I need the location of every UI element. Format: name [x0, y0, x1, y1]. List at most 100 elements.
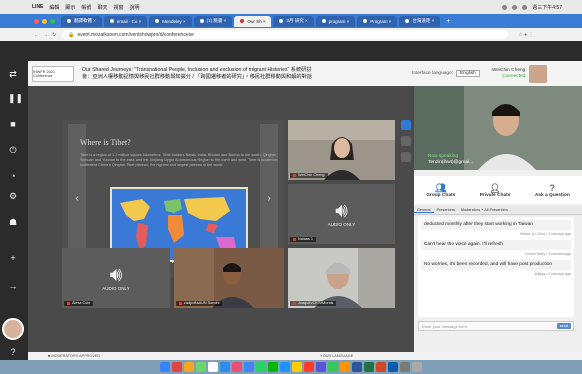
tab-label: email - Co × — [116, 18, 142, 24]
mac-menu-bar: LINE 編輯 顯示 帳號 聊天 視窗 說明 週三下午4:57 — [0, 0, 582, 14]
browser-tab[interactable]: Mendeley × — [149, 15, 192, 27]
app-icon[interactable] — [304, 362, 314, 372]
private-chats-button[interactable]: 👤︎ Private Chats — [480, 183, 511, 198]
wifi-icon[interactable] — [502, 4, 508, 10]
app-icon[interactable] — [328, 362, 338, 372]
language-select[interactable]: English — [456, 70, 480, 77]
app-icon[interactable] — [400, 362, 410, 372]
tab-presenters[interactable]: Presenters — [434, 208, 458, 212]
trash-icon[interactable] — [412, 362, 422, 372]
audio-only-tile[interactable]: 🔊︎ AUDIO ONLY Alexa Cole — [62, 248, 170, 308]
layout-control-blue[interactable] — [401, 120, 411, 130]
browser-tab[interactable]: Program × — [357, 15, 398, 27]
browser-tab[interactable]: (1) 臉書 × — [193, 15, 233, 27]
app-icon[interactable] — [184, 362, 194, 372]
arrow-right-icon[interactable]: → — [8, 281, 18, 291]
app-icon[interactable] — [340, 362, 350, 372]
help-icon[interactable]: ? — [8, 347, 18, 357]
power-icon[interactable]: ⏻ — [8, 145, 18, 155]
reload-icon[interactable]: ↻ — [52, 32, 56, 38]
menubar-item[interactable]: 顯示 — [65, 4, 75, 11]
menubar-app-name[interactable]: LINE — [32, 4, 43, 10]
send-button[interactable]: send — [556, 323, 571, 329]
browser-tab[interactable]: 3月 研究 × — [273, 15, 314, 27]
layout-control[interactable] — [401, 152, 411, 162]
app-icon[interactable] — [292, 362, 302, 372]
tab-moderators[interactable]: Moderators + All Presenters — [458, 208, 511, 212]
chat-log[interactable]: deducted monthly after they start workin… — [418, 217, 574, 317]
back-arrow-icon[interactable]: ← — [34, 32, 39, 38]
menubar-item[interactable]: 帳號 — [81, 4, 91, 11]
close-window-icon[interactable] — [34, 18, 39, 24]
group-chats-button[interactable]: 👥︎ Group Chats — [426, 183, 455, 198]
settings-icon[interactable]: ⚙ — [8, 191, 18, 201]
participant-video-tile[interactable]: WeiChin Cheng — [288, 120, 395, 180]
square-icon[interactable]: ■ — [8, 119, 18, 129]
word-icon[interactable] — [352, 362, 362, 372]
chat-message-meta: Lesoni Hetty • 3 minutes ago — [525, 252, 571, 256]
floating-avatar[interactable] — [2, 318, 24, 340]
participant-name: Joaquín/CKTzMorais — [298, 301, 334, 305]
star-icon[interactable]: ☆ — [518, 32, 522, 38]
url-input[interactable]: 🔒 event.mozaiksoon.com/ventshowpro/d/con… — [62, 30, 509, 39]
forward-arrow-icon[interactable]: → — [43, 32, 48, 38]
browser-tab[interactable]: program × — [315, 15, 356, 27]
pause-icon[interactable]: ❚❚ — [8, 93, 23, 103]
video-stage: ‹ › Where is Tibet? Tibet is a region of… — [28, 86, 414, 352]
private-chat-icon: 👤︎ — [489, 182, 501, 193]
menubar-item[interactable]: 視窗 — [113, 4, 123, 11]
chat-message-text: Can't hear the voice again. I'll refresh — [421, 240, 571, 250]
powerpoint-icon[interactable] — [376, 362, 386, 372]
pie-icon[interactable]: ◔ — [8, 171, 18, 181]
excel-icon[interactable] — [364, 362, 374, 372]
browser-tab[interactable]: email - Co × — [103, 15, 148, 27]
cat-icon[interactable]: ☗ — [8, 217, 18, 227]
ask-question-button[interactable]: ? Ask a Question — [535, 183, 570, 198]
chrome-icon[interactable] — [244, 362, 254, 372]
browser-tab[interactable]: 台灣遠距 × — [399, 15, 441, 27]
line-icon[interactable] — [268, 362, 278, 372]
zoom-icon[interactable] — [388, 362, 398, 372]
app-icon[interactable] — [316, 362, 326, 372]
browser-tab[interactable]: 翻譯軟體 × — [61, 15, 102, 27]
left-toolbar: ⇄ ❚❚ ■ ⏻ ◔ ⚙ ☗ + → ? — [0, 41, 28, 361]
tab-favicon-icon — [321, 19, 326, 23]
app-icon[interactable] — [196, 362, 206, 372]
participant-video-tile[interactable]: Joaquín/CKTzMorais — [288, 248, 395, 308]
add-icon[interactable]: + — [8, 253, 18, 263]
app-icon[interactable] — [256, 362, 266, 372]
battery-icon[interactable] — [512, 4, 518, 10]
active-speaker-video[interactable]: Now speaking Tenzin(ihwt)@grnai... — [414, 86, 582, 170]
app-icon[interactable] — [280, 362, 290, 372]
tab-favicon-icon — [363, 19, 368, 23]
menu-dots-icon[interactable]: ⋮ — [529, 32, 534, 38]
audio-only-tile[interactable]: 🔊︎ AUDIO ONLY Nalaas 1 — [288, 184, 395, 244]
footer-right-text[interactable]: YOUR LANGUAGE — [320, 354, 353, 358]
new-tab-icon[interactable]: + — [446, 18, 450, 25]
menubar-clock[interactable]: 週三下午4:57 — [532, 4, 562, 11]
finder-icon[interactable] — [160, 362, 170, 372]
arrows-icon[interactable]: ⇄ — [8, 69, 18, 79]
minimize-window-icon[interactable] — [42, 18, 47, 24]
meeting-title-line2: 會：亞洲人權移動記憶與移民社群移動與知識分 / 「跨國遷移者的研究」・移民社群移… — [82, 73, 312, 80]
spotlight-icon[interactable] — [522, 4, 528, 10]
app-icon[interactable] — [208, 362, 218, 372]
menubar-item[interactable]: 編輯 — [49, 4, 59, 11]
browser-tab-active[interactable]: Our Sh × — [234, 15, 272, 27]
group-chat-icon: 👥︎ — [435, 182, 447, 193]
app-icon[interactable] — [220, 362, 230, 372]
profile-icon[interactable]: ● — [524, 32, 527, 38]
participant-video-tile[interactable]: zadpoftaAUN Sondhi — [174, 248, 284, 308]
conference-logo: IHWFR 2021 Conference — [32, 65, 74, 82]
user-avatar[interactable] — [529, 64, 548, 83]
chat-input[interactable]: Enter your message here send — [418, 321, 574, 331]
chat-message-meta: Wijaya • 2 minutes ago — [534, 272, 571, 276]
maximize-window-icon[interactable] — [50, 18, 55, 24]
layout-control[interactable] — [401, 136, 411, 146]
app-icon[interactable] — [232, 362, 242, 372]
menubar-item[interactable]: 說明 — [129, 4, 139, 11]
tab-label: 3月 研究 × — [286, 18, 308, 23]
app-icon[interactable] — [172, 362, 182, 372]
menubar-item[interactable]: 聊天 — [97, 4, 107, 11]
tab-general[interactable]: General — [414, 208, 434, 213]
